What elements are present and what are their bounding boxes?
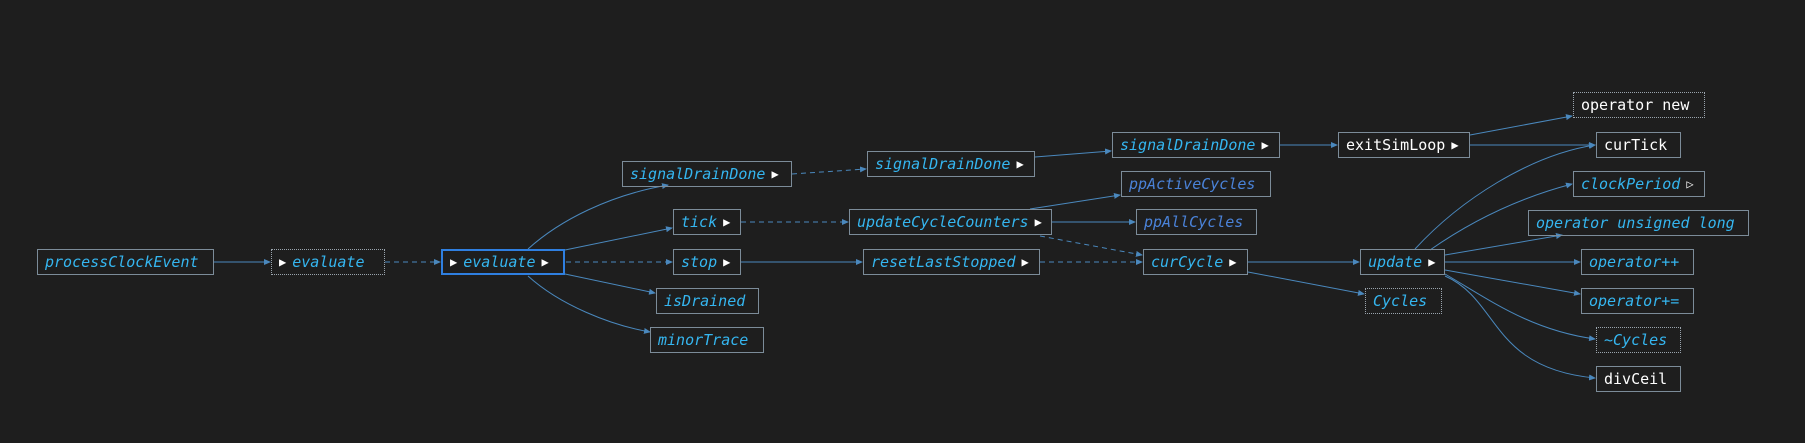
node-processClockEvent[interactable]: processClockEvent [37,249,214,275]
node-label: operator+= [1589,292,1680,310]
node-label: evaluate [292,253,365,271]
edge-exitSimLoop-operatorNew [1469,114,1573,136]
edge-evaluate-isDrained [564,273,656,295]
expand-arrow-icon[interactable]: ▶ [1229,250,1236,274]
expand-arrow-icon[interactable]: ▶ [1261,133,1268,157]
expand-arrow-icon[interactable]: ▶ [450,250,457,274]
node-updateCycleCounters[interactable]: updateCycleCounters ▶ [849,209,1052,235]
node-label: operator unsigned long [1536,214,1735,232]
expand-arrow-icon[interactable]: ▶ [1428,250,1435,274]
edge-updateCycleCounters-ppActiveCycles [1029,192,1121,210]
edge-signalDrainDone-signalDrainDone-2 [1034,148,1112,158]
node-label: processClockEvent [45,253,199,271]
edge-update-operatorUnsignedLong [1444,233,1563,256]
expand-arrow-icon[interactable]: ▶ [279,250,286,274]
node-label: update [1368,253,1423,271]
node-label: minorTrace [658,331,749,349]
expand-arrow-icon[interactable]: ▶ [1035,210,1042,234]
node-label: divCeil [1604,370,1668,388]
expand-arrow-icon[interactable]: ▶ [723,210,730,234]
node-label: Cycles [1373,292,1428,310]
edge-update-operatorPlusEq [1444,269,1581,296]
node-label: updateCycleCounters [857,213,1029,231]
expand-arrow-icon[interactable]: ▶ [541,250,548,274]
node-label: tick [681,213,718,231]
edge-curCycle-Cycles [1247,271,1365,296]
node-ppAllCycles[interactable]: ppAllCycles [1136,209,1257,235]
node-label: clockPeriod [1581,175,1681,193]
edge-update-divCeil [1444,275,1596,381]
node-label: operator++ [1589,253,1680,271]
node-ppActiveCycles[interactable]: ppActiveCycles [1121,171,1271,197]
node-label: curTick [1604,136,1668,154]
node-evaluate[interactable]: ▶ evaluate ▶ [441,249,565,275]
node-operator-unsigned-long[interactable]: operator unsigned long [1528,210,1749,236]
edge-updateCycleCounters-curCycle [1039,235,1143,257]
node-signalDrainDone-2[interactable]: signalDrainDone ▶ [867,151,1035,177]
node-label: signalDrainDone [1120,136,1256,154]
node-signalDrainDone-1[interactable]: signalDrainDone ▶ [622,161,792,187]
node-resetLastStopped[interactable]: resetLastStopped ▶ [863,249,1040,275]
node-label: resetLastStopped [871,253,1016,271]
node-label: ppActiveCycles [1129,175,1256,193]
node-label: ~Cycles [1604,331,1668,349]
node-operator-new[interactable]: operator new [1573,92,1705,118]
node-minorTrace[interactable]: minorTrace [650,327,764,353]
expand-arrow-icon[interactable]: ▶ [771,162,778,186]
edge-signalDrainDone-signalDrainDone [791,166,867,175]
node-curTick[interactable]: curTick [1596,132,1681,158]
node-label: exitSimLoop [1346,136,1446,154]
node-curCycle[interactable]: curCycle ▶ [1143,249,1248,275]
node-divCeil[interactable]: divCeil [1596,366,1681,392]
edge-evaluate-minorTrace [527,275,651,334]
node-operator-plus-eq[interactable]: operator+= [1581,288,1694,314]
node-destructor-Cycles[interactable]: ~Cycles [1596,327,1681,353]
node-label: stop [681,253,718,271]
node-label: signalDrainDone [875,155,1011,173]
edge-evaluate-tick [564,226,673,251]
expand-arrow-icon[interactable]: ▷ [1686,172,1693,196]
node-stop[interactable]: stop ▶ [673,249,741,275]
expand-arrow-icon[interactable]: ▶ [1016,152,1023,176]
expand-arrow-icon[interactable]: ▶ [723,250,730,274]
node-evaluate-ghost[interactable]: ▶ evaluate [271,249,385,275]
edge-evaluate-signalDrainDone [527,183,669,250]
node-label: signalDrainDone [630,165,766,183]
node-exitSimLoop[interactable]: exitSimLoop ▶ [1338,132,1470,158]
node-label: operator new [1581,96,1690,114]
node-label: ppAllCycles [1144,213,1244,231]
expand-arrow-icon[interactable]: ▶ [1022,250,1029,274]
node-clockPeriod[interactable]: clockPeriod ▷ [1573,171,1705,197]
node-signalDrainDone-3[interactable]: signalDrainDone ▶ [1112,132,1280,158]
node-tick[interactable]: tick ▶ [673,209,741,235]
node-Cycles[interactable]: Cycles [1365,288,1442,314]
node-label: curCycle [1151,253,1224,271]
node-update[interactable]: update ▶ [1360,249,1445,275]
node-label: evaluate [463,253,536,271]
node-operator-plus-plus[interactable]: operator++ [1581,249,1694,275]
node-label: isDrained [664,292,746,310]
node-isDrained[interactable]: isDrained [656,288,759,314]
expand-arrow-icon[interactable]: ▶ [1451,133,1458,157]
